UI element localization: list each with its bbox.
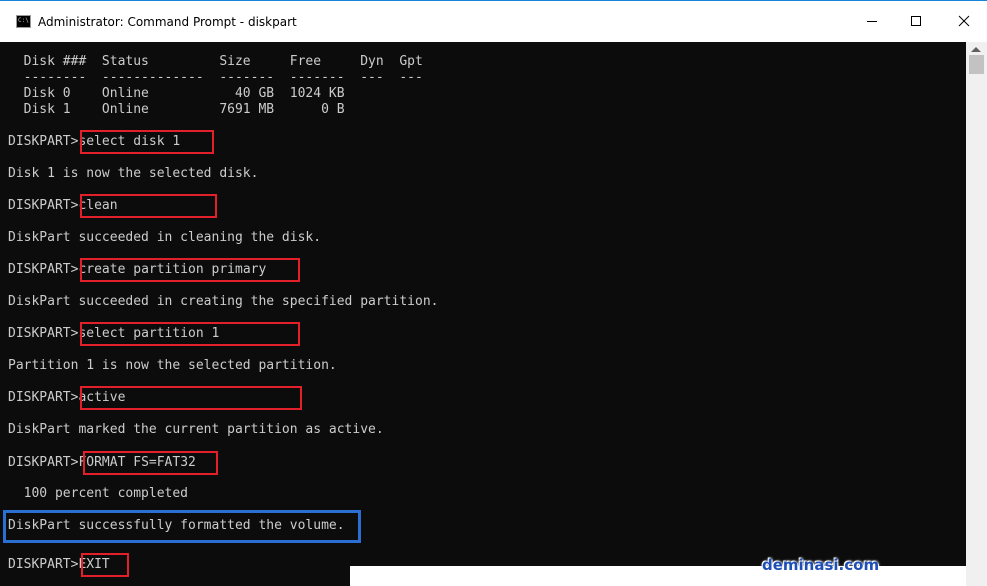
prompt: DISKPART> — [8, 326, 79, 341]
title-bar[interactable]: C:\ Administrator: Command Prompt - disk… — [0, 0, 987, 42]
watermark: deminasi.com — [762, 556, 880, 574]
command-highlight-box — [81, 553, 129, 577]
prompt: DISKPART> — [8, 390, 79, 405]
maximize-button[interactable] — [893, 1, 939, 42]
window-title: Administrator: Command Prompt - diskpart — [38, 15, 297, 29]
cmd-icon: C:\ — [16, 15, 31, 28]
maximize-icon — [911, 16, 921, 26]
prompt: DISKPART> — [8, 455, 79, 470]
success-highlight-box — [3, 510, 361, 543]
prompt: DISKPART> — [8, 557, 79, 572]
command-response: DiskPart succeeded in creating the speci… — [8, 294, 439, 309]
disk-table-row: Disk 0 Online 40 GB 1024 KB — [8, 86, 345, 101]
command-highlight-box — [80, 194, 217, 218]
command-response: Partition 1 is now the selected partitio… — [8, 358, 337, 373]
minimize-icon — [867, 21, 877, 22]
close-button[interactable] — [941, 1, 987, 42]
command-response: 100 percent completed — [8, 486, 189, 501]
disk-table-separator: -------- ------------- ------- ------- -… — [8, 70, 423, 85]
command-response: DiskPart succeeded in cleaning the disk. — [8, 230, 322, 245]
close-icon — [958, 15, 970, 27]
command-response: DiskPart marked the current partition as… — [8, 422, 384, 437]
prompt: DISKPART> — [8, 262, 79, 277]
scroll-up-arrow-icon[interactable] — [971, 47, 981, 52]
disk-table-row: Disk 1 Online 7691 MB 0 B — [8, 102, 345, 117]
command-highlight-box — [80, 386, 302, 410]
command-highlight-box — [80, 322, 300, 346]
scroll-thumb[interactable] — [969, 55, 984, 74]
command-highlight-box — [80, 130, 214, 154]
command-highlight-box — [83, 451, 218, 475]
prompt: DISKPART> — [8, 134, 79, 149]
console-output[interactable] — [0, 42, 966, 586]
prompt: DISKPART> — [8, 198, 79, 213]
command-highlight-box — [80, 258, 300, 282]
command-response: Disk 1 is now the selected disk. — [8, 166, 259, 181]
vertical-scrollbar[interactable] — [966, 42, 987, 586]
minimize-button[interactable] — [849, 1, 895, 42]
disk-table-header: Disk ### Status Size Free Dyn Gpt — [8, 54, 423, 69]
